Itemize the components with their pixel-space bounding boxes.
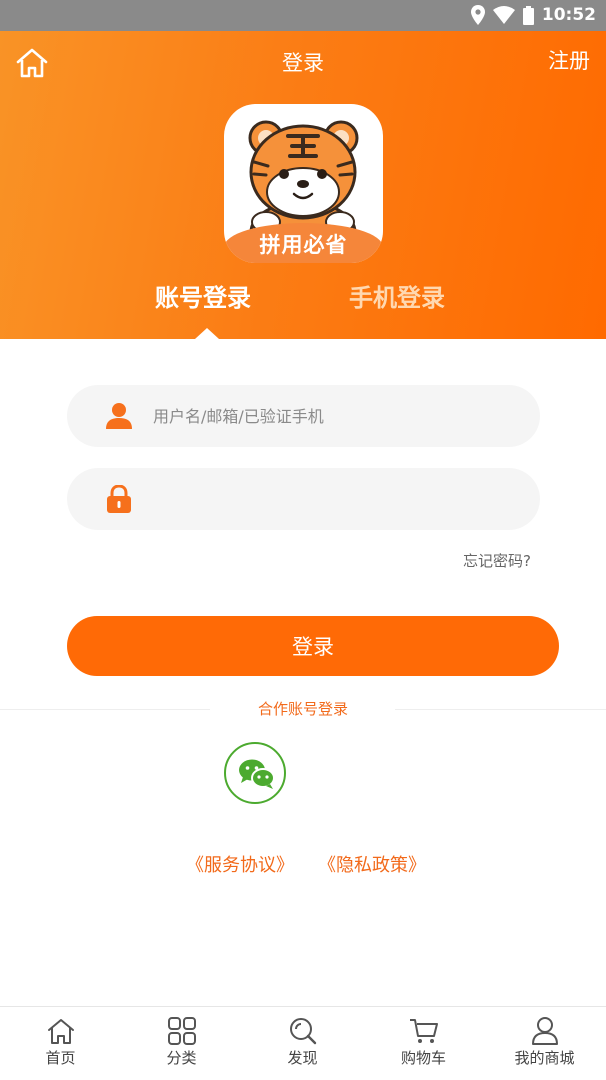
home-icon <box>47 1019 74 1044</box>
nav-item-cart[interactable]: 购物车 <box>363 1007 484 1080</box>
nav-label-cart: 购物车 <box>400 1049 446 1067</box>
password-field[interactable] <box>67 468 540 530</box>
tab-account-login[interactable]: 账号登录 <box>155 278 251 313</box>
status-bar: 10:52 <box>0 0 606 31</box>
app-logo: 拼用必省 <box>224 104 383 263</box>
battery-icon <box>522 5 534 25</box>
wechat-login-button[interactable] <box>224 742 286 804</box>
third-party-login-title: 合作账号登录 <box>257 700 348 718</box>
grid-icon <box>167 1017 196 1045</box>
user-icon <box>531 1017 558 1045</box>
wifi-icon <box>492 6 515 24</box>
nav-label-home: 首页 <box>45 1049 76 1067</box>
status-time: 10:52 <box>541 5 596 25</box>
register-link[interactable]: 注册 <box>548 45 590 75</box>
login-header: 登录 注册 拼用必省 账号登录 手机登录 <box>0 31 606 339</box>
nav-label-discover: 发现 <box>287 1049 318 1067</box>
nav-item-discover[interactable]: 发现 <box>242 1007 363 1080</box>
status-icons: 10:52 <box>470 5 596 25</box>
nav-label-profile: 我的商城 <box>514 1049 575 1067</box>
login-button[interactable]: 登录 <box>67 616 559 676</box>
privacy-policy-link[interactable]: 《隐私政策》 <box>318 851 426 877</box>
nav-item-profile[interactable]: 我的商城 <box>484 1007 605 1080</box>
wechat-icon <box>239 759 275 789</box>
page-title: 登录 <box>282 51 324 75</box>
username-input[interactable] <box>153 385 523 447</box>
lock-icon <box>107 485 131 513</box>
location-icon <box>470 5 485 25</box>
password-input[interactable] <box>153 468 523 530</box>
user-icon <box>106 403 132 429</box>
nav-item-home[interactable]: 首页 <box>0 1007 121 1080</box>
service-agreement-link[interactable]: 《服务协议》 <box>186 851 294 877</box>
cart-icon <box>409 1019 438 1043</box>
logo-text: 拼用必省 <box>259 233 348 257</box>
nav-item-category[interactable]: 分类 <box>121 1007 242 1080</box>
discover-icon <box>289 1018 316 1045</box>
bottom-nav: 首页 分类 发现 购物车 我的商城 <box>0 1006 606 1080</box>
username-field[interactable] <box>67 385 540 447</box>
forgot-password-link[interactable]: 忘记密码? <box>463 550 531 571</box>
nav-label-category: 分类 <box>166 1049 197 1067</box>
active-tab-indicator <box>195 328 219 339</box>
tab-phone-login[interactable]: 手机登录 <box>349 278 445 313</box>
